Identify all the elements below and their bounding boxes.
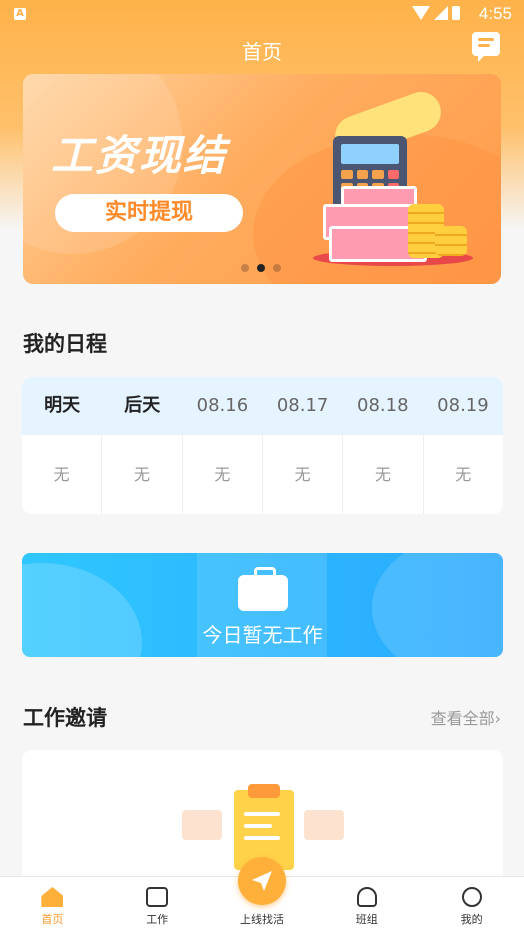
view-all-link[interactable]: 查看全部› [431, 705, 501, 729]
signal-icon [434, 6, 448, 20]
wifi-icon [412, 6, 430, 20]
schedule-cell[interactable]: 无 [263, 435, 344, 514]
carousel-indicator [241, 264, 281, 272]
invitations-title: 工作邀请 [23, 706, 107, 730]
carousel-dot-active[interactable] [257, 264, 265, 272]
schedule-cell[interactable]: 无 [183, 435, 263, 514]
tab-label: 首页 [41, 913, 64, 926]
instant-withdraw-button[interactable]: 实时提现 [55, 194, 243, 232]
clipboard-line [244, 812, 280, 816]
schedule-cell[interactable]: 无 [424, 435, 503, 514]
team-icon [356, 887, 377, 907]
carousel-dot[interactable] [273, 264, 281, 272]
schedule-day-label[interactable]: 08.17 [263, 377, 343, 435]
schedule-cell[interactable]: 无 [22, 435, 103, 514]
decoration [304, 810, 344, 840]
view-all-label: 查看全部 [430, 709, 495, 728]
user-icon [461, 887, 482, 907]
clipboard-clip [248, 784, 280, 798]
decoration [182, 810, 222, 840]
no-work-banner[interactable]: 今日暂无工作 [22, 553, 503, 657]
schedule-day-label[interactable]: 08.19 [423, 377, 503, 435]
schedule-cell[interactable]: 无 [102, 435, 183, 514]
coins-illustration [435, 226, 467, 256]
tab-go-online[interactable]: 上线找活 [210, 857, 315, 933]
schedule-day-label[interactable]: 08.18 [343, 377, 423, 435]
clipboard-line [244, 836, 280, 840]
app-notification-icon: A [14, 8, 26, 20]
tab-label: 工作 [146, 913, 169, 926]
promo-banner[interactable]: 工资现结 实时提现 [23, 74, 501, 284]
tab-bar: 首页 工作 上线找活 班组 我的 [0, 857, 524, 933]
schedule-title: 我的日程 [23, 332, 107, 356]
tab-me[interactable]: 我的 [419, 877, 524, 933]
chevron-right-icon: › [494, 709, 501, 728]
schedule-status-row: 无 无 无 无 无 无 [22, 435, 503, 514]
tab-team[interactable]: 班组 [314, 877, 419, 933]
tab-label: 我的 [460, 913, 483, 926]
clipboard-line [244, 824, 272, 828]
carousel-dot[interactable] [241, 264, 249, 272]
go-online-button[interactable] [237, 857, 286, 905]
status-time: 4:55 [478, 4, 512, 23]
tab-label: 上线找活 [239, 913, 284, 926]
schedule-day-label[interactable]: 明天 [22, 377, 102, 435]
tab-home[interactable]: 首页 [0, 877, 105, 933]
paper-plane-icon [251, 871, 272, 891]
no-work-text: 今日暂无工作 [202, 623, 323, 647]
tab-label: 班组 [355, 913, 378, 926]
home-icon [41, 887, 64, 907]
schedule-header-row: 明天 后天 08.16 08.17 08.18 08.19 [22, 377, 503, 435]
status-icons [412, 6, 460, 20]
page-title: 首页 [242, 40, 282, 64]
schedule-day-label[interactable]: 后天 [102, 377, 182, 435]
battery-icon [452, 6, 460, 20]
banner-headline: 工资现结 [51, 131, 228, 180]
status-bar: A 4:55 [0, 0, 524, 30]
schedule-cell[interactable]: 无 [343, 435, 424, 514]
message-icon[interactable] [472, 32, 500, 62]
briefcase-icon [238, 567, 288, 611]
briefcase-icon [146, 887, 169, 907]
tab-work[interactable]: 工作 [105, 877, 210, 933]
schedule-table: 明天 后天 08.16 08.17 08.18 08.19 无 无 无 无 无 … [22, 377, 503, 514]
schedule-day-label[interactable]: 08.16 [182, 377, 262, 435]
